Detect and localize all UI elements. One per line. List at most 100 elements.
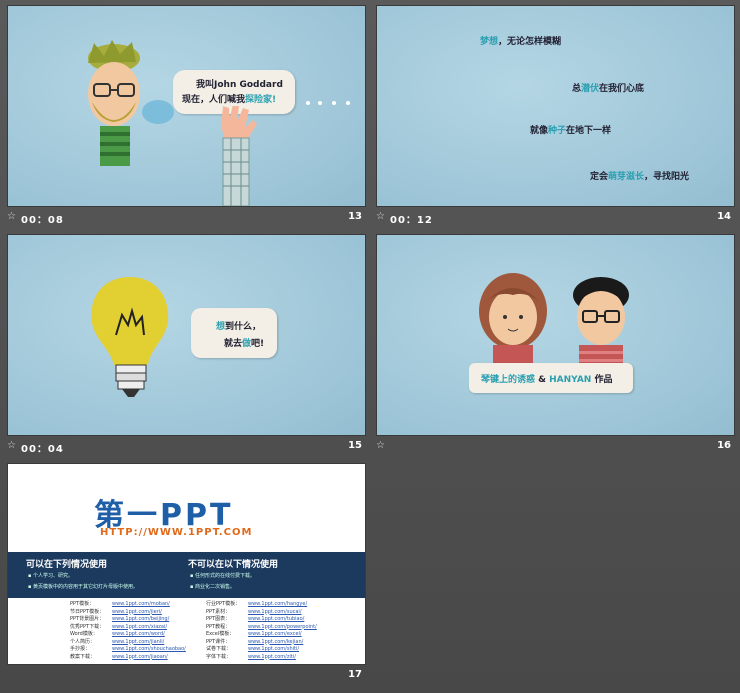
animation-star-icon[interactable]: ☆ (7, 440, 16, 451)
link-row: 手抄报： www.1ppt.com/shouchaobao/ (70, 646, 186, 654)
slide-14-line-2: 总潜伏在我们心底 (572, 84, 645, 94)
slide-15-canvas[interactable]: 想到什么， 就去做吧! (7, 234, 366, 436)
cannot-use-title: 不可以在以下情况使用 (188, 560, 279, 570)
link-label: 试卷下载： (206, 646, 232, 652)
link-url[interactable]: www.1ppt.com/ziti/ (248, 654, 296, 660)
link-row: 教案下载： www.1ppt.com/jiaoan/ (70, 654, 186, 662)
girl-illustration (479, 273, 547, 371)
slide-number: 16 (717, 440, 731, 451)
can-use-item-1: ▪ 个人学习、研究。 (28, 573, 73, 579)
slide-sorter: { "slides": [ {"number":"13","time":"00：… (0, 0, 740, 693)
animation-star-icon[interactable]: ☆ (376, 440, 385, 451)
water-bubble-icon (142, 100, 174, 124)
link-url[interactable]: www.1ppt.com/hangye/ (248, 601, 307, 607)
slide-thumbnail-16[interactable]: 琴键上的诱惑 & HANYAN 作品 ☆ 16 (376, 234, 735, 458)
link-row: PPT课件： www.1ppt.com/kejian/ (206, 639, 317, 647)
slide-14-line-3: 就像种子在地下一样 (530, 126, 612, 136)
slide-thumbnail-14[interactable]: 梦想，无论怎样模糊 总潜伏在我们心底 就像种子在地下一样 定会萌芽滋长，寻找阳光… (376, 5, 735, 229)
cannot-use-item-1: ▪ 任何形式的在线付费下载。 (190, 573, 255, 579)
slide-number: 17 (348, 669, 362, 680)
link-url[interactable]: www.1ppt.com/jiaoan/ (112, 654, 168, 660)
speech-bubble (191, 308, 277, 358)
slide-number: 15 (348, 440, 362, 451)
link-url[interactable]: www.1ppt.com/xiazai/ (112, 624, 167, 630)
link-label: 教案下载： (70, 653, 96, 660)
slide-16-credit: 琴键上的诱惑 & HANYAN 作品 (481, 375, 613, 385)
link-label: 字体下载： (206, 653, 232, 660)
slide-14-meta: ☆ 00：12 14 (376, 211, 733, 229)
link-url[interactable]: www.1ppt.com/moban/ (112, 601, 170, 607)
slide-thumbnail-15[interactable]: 想到什么， 就去做吧! ☆ 00：04 15 (7, 234, 366, 458)
link-row: PPT背景图片： www.1ppt.com/beijing/ (70, 616, 186, 624)
link-row: PPT素材： www.1ppt.com/sucai/ (206, 609, 317, 617)
link-url[interactable]: www.1ppt.com/jieri/ (112, 609, 162, 615)
link-url[interactable]: www.1ppt.com/tubiao/ (248, 616, 304, 622)
link-row: Excel模板： www.1ppt.com/excel/ (206, 631, 317, 639)
raised-hand-illustration (221, 106, 257, 206)
link-label: PPT模板： (70, 601, 95, 607)
slide-15-meta: ☆ 00：04 15 (7, 440, 364, 458)
link-label: 手抄报： (70, 646, 91, 652)
link-url[interactable]: www.1ppt.com/excel/ (248, 631, 302, 637)
slide-14-line-4: 定会萌芽滋长，寻找阳光 (590, 172, 690, 182)
link-row: 节日PPT模板： www.1ppt.com/jieri/ (70, 609, 186, 617)
link-row: 试卷下载： www.1ppt.com/shiti/ (206, 646, 317, 654)
link-url[interactable]: www.1ppt.com/beijing/ (112, 616, 169, 622)
link-row: PPT教程： www.1ppt.com/powerpoint/ (206, 624, 317, 632)
link-label: 行业PPT模板： (206, 601, 241, 607)
link-row: 行业PPT模板： www.1ppt.com/hangye/ (206, 601, 317, 609)
link-label: 个人简历： (70, 638, 96, 645)
lightbulb-illustration (91, 277, 169, 397)
slide-15-line-1: 想到什么， (216, 322, 262, 332)
slide-timing: 00：08 (21, 215, 64, 226)
slide-13-line-1: 我叫John Goddard (196, 80, 283, 90)
link-url[interactable]: www.1ppt.com/kejian/ (248, 639, 303, 645)
link-row: Word模板： www.1ppt.com/word/ (70, 631, 186, 639)
links-right-column: 行业PPT模板： www.1ppt.com/hangye/PPT素材： www.1p… (206, 601, 317, 661)
slide-timing: 00：04 (21, 444, 64, 455)
slide-13-canvas[interactable]: 我叫John Goddard 现在，人们喊我探险家! (7, 5, 366, 207)
link-label: 节日PPT模板： (70, 608, 105, 615)
slide-14-line-1: 梦想，无论怎样模糊 (480, 37, 562, 47)
links-left-column: PPT模板： www.1ppt.com/moban/节日PPT模板： www.1pp… (70, 601, 186, 661)
logo-url: HTTP://WWW.1PPT.COM (100, 527, 253, 538)
slide-number: 14 (717, 211, 731, 222)
slide-17-meta: 17 (7, 669, 364, 687)
link-url[interactable]: www.1ppt.com/shouchaobao/ (112, 646, 186, 652)
can-use-title: 可以在下列情况使用 (26, 560, 108, 570)
link-label: PPT背景图片： (70, 616, 105, 622)
boy-with-glasses-illustration (573, 277, 629, 373)
slide-13-line-2: 现在，人们喊我探险家! (182, 95, 277, 105)
slide-13-meta: ☆ 00：08 13 (7, 211, 364, 229)
link-label: PPT教程： (206, 623, 231, 630)
link-row: 优秀PPT下载： www.1ppt.com/xiazai/ (70, 624, 186, 632)
link-row: PPT图表： www.1ppt.com/tubiao/ (206, 616, 317, 624)
link-url[interactable]: www.1ppt.com/word/ (112, 631, 165, 637)
link-label: PPT素材： (206, 608, 231, 615)
slide-17-canvas[interactable]: 第一PPT HTTP://WWW.1PPT.COM 可以在下列情况使用 ▪ 个人… (7, 463, 366, 665)
slide-thumbnail-13[interactable]: 我叫John Goddard 现在，人们喊我探险家! ☆ 00：08 13 (7, 5, 366, 229)
link-label: PPT课件： (206, 638, 231, 645)
cannot-use-item-2: ▪ 商业化二次销售。 (190, 584, 235, 590)
link-row: PPT模板： www.1ppt.com/moban/ (70, 601, 186, 609)
water-dots-decoration (306, 101, 350, 105)
animation-star-icon[interactable]: ☆ (376, 211, 385, 222)
link-row: 字体下载： www.1ppt.com/ziti/ (206, 654, 317, 662)
link-url[interactable]: www.1ppt.com/jianli/ (112, 639, 164, 645)
slide-thumbnail-17[interactable]: 第一PPT HTTP://WWW.1PPT.COM 可以在下列情况使用 ▪ 个人… (7, 463, 366, 687)
slide-16-meta: ☆ 16 (376, 440, 733, 458)
link-label: Excel模板： (206, 631, 235, 637)
link-url[interactable]: www.1ppt.com/sucai/ (248, 609, 302, 615)
slide-15-line-2: 就去做吧! (224, 339, 265, 349)
link-row: 个人简历： www.1ppt.com/jianli/ (70, 639, 186, 647)
link-label: 优秀PPT下载： (70, 623, 105, 630)
slide-14-canvas[interactable]: 梦想，无论怎样模糊 总潜伏在我们心底 就像种子在地下一样 定会萌芽滋长，寻找阳光 (376, 5, 735, 207)
can-use-item-2: ▪ 黄页模板中的内容用于其它幻灯片母版中使用。 (28, 584, 138, 590)
slide-16-canvas[interactable]: 琴键上的诱惑 & HANYAN 作品 (376, 234, 735, 436)
link-url[interactable]: www.1ppt.com/shiti/ (248, 646, 299, 652)
animation-star-icon[interactable]: ☆ (7, 211, 16, 222)
link-url[interactable]: www.1ppt.com/powerpoint/ (248, 624, 317, 630)
link-label: Word模板： (70, 631, 98, 637)
slide-timing: 00：12 (390, 215, 433, 226)
link-label: PPT图表： (206, 616, 231, 622)
